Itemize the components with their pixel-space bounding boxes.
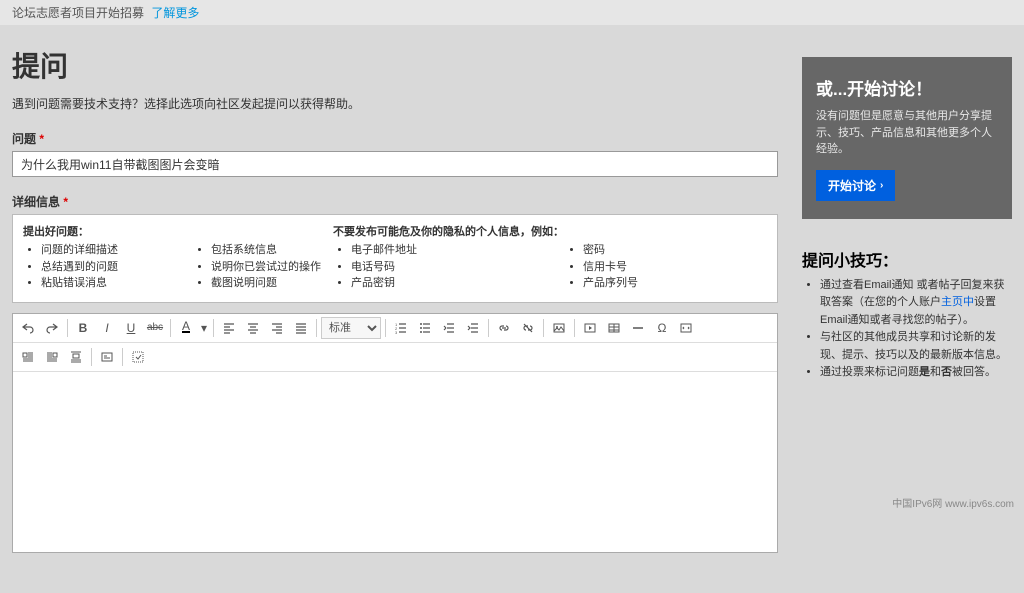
good-list-b: 包括系统信息 说明你已尝试过的操作 截图说明问题 <box>193 242 333 292</box>
img-block-icon[interactable] <box>65 346 87 368</box>
good-question-title: 提出好问题： <box>23 223 333 239</box>
editor-body[interactable] <box>13 372 777 552</box>
main-column: 提问 遇到问题需要技术支持？选择此选项向社区发起提问以获得帮助。 问题 * 详细… <box>12 45 778 553</box>
announcement-bar: 论坛志愿者项目开始招募 了解更多 <box>0 0 1024 25</box>
tips-homepage-link[interactable]: 主页中 <box>941 296 974 308</box>
italic-icon[interactable]: I <box>96 317 118 339</box>
avoid-list-a: 电子邮件地址 电话号码 产品密钥 <box>333 242 535 292</box>
tips-title: 提问小技巧： <box>802 247 1012 271</box>
guidelines-panel: 提出好问题： 问题的详细描述 总结遇到的问题 粘贴错误消息 包括系统信息 说明你… <box>12 214 778 303</box>
align-right-icon[interactable] <box>266 317 288 339</box>
toolbar-row-1: B I U abc A ▾ 标准 123 <box>13 314 777 343</box>
text-color-dropdown-icon[interactable]: ▾ <box>199 317 209 339</box>
code-icon[interactable] <box>675 317 697 339</box>
text-color-icon[interactable]: A <box>175 317 197 339</box>
ordered-list-icon[interactable]: 123 <box>390 317 412 339</box>
img-float-left-icon[interactable] <box>17 346 39 368</box>
outdent-icon[interactable] <box>438 317 460 339</box>
svg-text:3: 3 <box>395 330 398 334</box>
unlink-icon[interactable] <box>517 317 539 339</box>
paragraph-style-select[interactable]: 标准 <box>321 317 381 339</box>
image-icon[interactable] <box>548 317 570 339</box>
redo-icon[interactable] <box>41 317 63 339</box>
link-icon[interactable] <box>493 317 515 339</box>
page-title: 提问 <box>12 45 778 85</box>
avoid-title: 不要发布可能危及你的隐私的个人信息，例如： <box>333 223 767 239</box>
select-all-icon[interactable] <box>127 346 149 368</box>
discuss-title: 或...开始讨论！ <box>816 75 998 100</box>
special-char-icon[interactable]: Ω <box>651 317 673 339</box>
good-list-a: 问题的详细描述 总结遇到的问题 粘贴错误消息 <box>23 242 163 292</box>
align-justify-icon[interactable] <box>290 317 312 339</box>
page-subtitle: 遇到问题需要技术支持？选择此选项向社区发起提问以获得帮助。 <box>12 95 778 112</box>
announcement-text: 论坛志愿者项目开始招募 <box>12 6 144 20</box>
tips-box: 提问小技巧： 通过查看Email通知 或者帖子回复来获取答案（在您的个人账户主页… <box>802 247 1012 383</box>
tip-item: 通过查看Email通知 或者帖子回复来获取答案（在您的个人账户主页中设置Emai… <box>820 277 1012 330</box>
table-icon[interactable] <box>603 317 625 339</box>
bold-icon[interactable]: B <box>72 317 94 339</box>
discuss-body: 没有问题但是愿意与其他用户分享提示、技巧、产品信息和其他更多个人经验。 <box>816 108 998 158</box>
quote-icon[interactable] <box>96 346 118 368</box>
hr-icon[interactable] <box>627 317 649 339</box>
avoid-list-b: 密码 信用卡号 产品序列号 <box>565 242 767 292</box>
align-left-icon[interactable] <box>218 317 240 339</box>
sidebar: 或...开始讨论！ 没有问题但是愿意与其他用户分享提示、技巧、产品信息和其他更多… <box>802 57 1012 382</box>
video-icon[interactable] <box>579 317 601 339</box>
rich-text-editor: B I U abc A ▾ 标准 123 <box>12 313 778 553</box>
underline-icon[interactable]: U <box>120 317 142 339</box>
start-discussion-button[interactable]: 开始讨论› <box>816 170 895 201</box>
unordered-list-icon[interactable] <box>414 317 436 339</box>
strike-icon[interactable]: abc <box>144 317 166 339</box>
announcement-link[interactable]: 了解更多 <box>151 6 199 20</box>
chevron-right-icon: › <box>880 180 883 191</box>
undo-icon[interactable] <box>17 317 39 339</box>
tip-item: 通过投票来标记问题是和否被回答。 <box>820 364 1012 382</box>
question-input[interactable] <box>12 151 778 177</box>
watermark: 中国IPv6网 www.ipv6s.com <box>892 495 1014 510</box>
question-label: 问题 * <box>12 130 778 147</box>
toolbar-row-2 <box>13 343 777 372</box>
details-label: 详细信息 * <box>12 193 778 210</box>
indent-icon[interactable] <box>462 317 484 339</box>
img-float-right-icon[interactable] <box>41 346 63 368</box>
align-center-icon[interactable] <box>242 317 264 339</box>
tip-item: 与社区的其他成员共享和讨论新的发现、提示、技巧以及的最新版本信息。 <box>820 329 1012 364</box>
discuss-box: 或...开始讨论！ 没有问题但是愿意与其他用户分享提示、技巧、产品信息和其他更多… <box>802 57 1012 219</box>
